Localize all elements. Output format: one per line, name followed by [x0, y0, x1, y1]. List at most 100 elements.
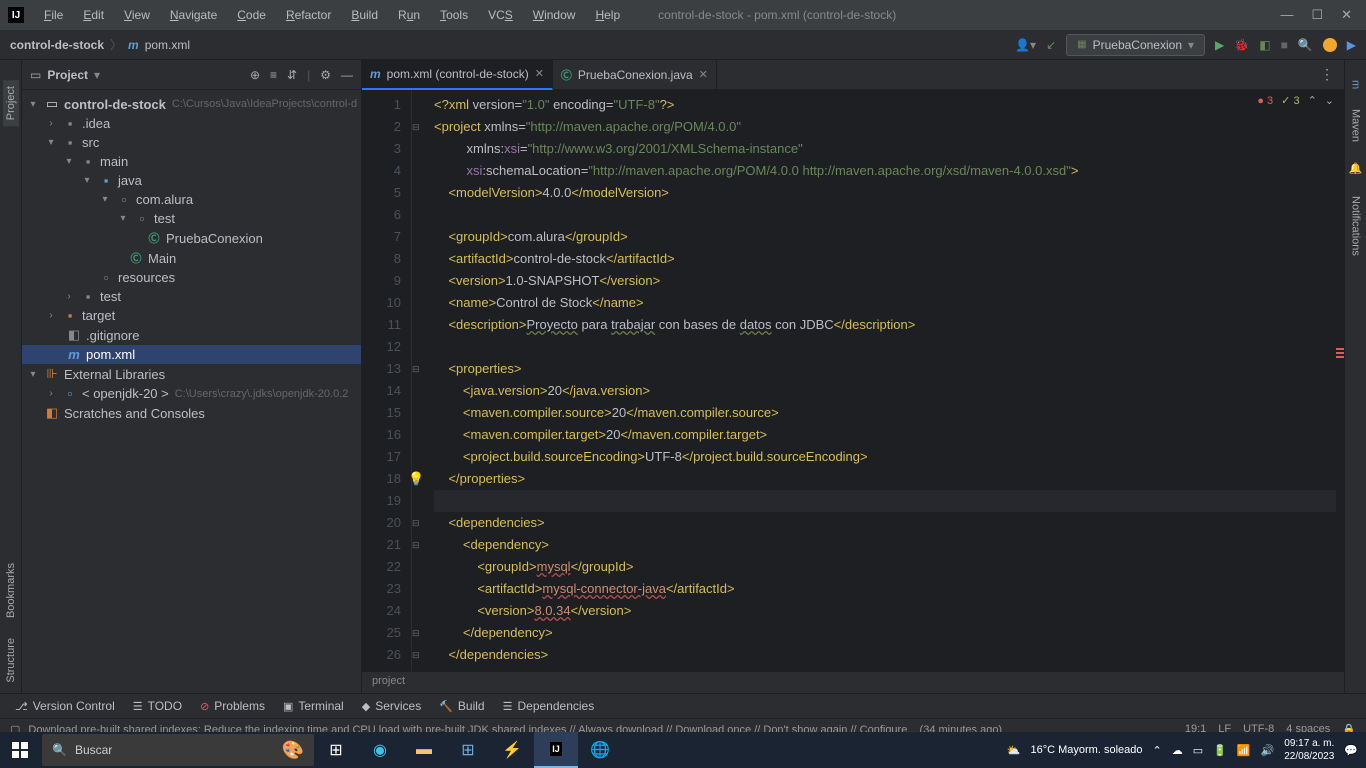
tool-structure[interactable]: Structure: [5, 638, 17, 683]
tool-problems[interactable]: ⊘Problems: [200, 699, 265, 713]
intention-bulb-icon[interactable]: 💡: [408, 471, 424, 487]
settings-icon[interactable]: ⚙: [320, 68, 331, 82]
tray-battery-icon[interactable]: 🔋: [1213, 744, 1227, 757]
run-config-selector[interactable]: ▦ PruebaConexion ▾: [1066, 34, 1205, 56]
code-editor[interactable]: 1234567891011121314151617181920212223242…: [362, 90, 1344, 671]
run-anything-icon[interactable]: ▶: [1347, 38, 1356, 52]
menu-edit[interactable]: Edit: [75, 4, 112, 26]
menu-run[interactable]: Run: [390, 4, 428, 26]
start-button[interactable]: [0, 732, 40, 768]
menu-help[interactable]: Help: [587, 4, 628, 26]
tree-pom[interactable]: mpom.xml: [22, 345, 361, 364]
tab-pom[interactable]: mpom.xml (control-de-stock)✕: [362, 60, 553, 90]
tree-target[interactable]: ›▪target: [22, 306, 361, 325]
expand-all-icon[interactable]: ≡: [270, 68, 277, 82]
tree-gitignore[interactable]: ◧.gitignore: [22, 325, 361, 345]
minimize-icon[interactable]: —: [1280, 7, 1293, 23]
explorer-icon[interactable]: ▬: [402, 732, 446, 768]
tool-maven-icon: m: [1350, 80, 1362, 89]
maximize-icon[interactable]: ☐: [1311, 7, 1323, 23]
breadcrumb-file[interactable]: pom.xml: [145, 38, 190, 52]
menu-tools[interactable]: Tools: [432, 4, 476, 26]
debug-icon[interactable]: 🐞: [1234, 38, 1249, 52]
update-icon[interactable]: ↙: [1046, 38, 1056, 52]
tree-src[interactable]: ▾▪src: [22, 133, 361, 152]
tree-idea[interactable]: ›▪.idea: [22, 114, 361, 133]
editor-breadcrumb[interactable]: project: [362, 671, 1344, 693]
store-icon[interactable]: ⊞: [446, 732, 490, 768]
menu-navigate[interactable]: Navigate: [162, 4, 225, 26]
tray-onedrive-icon[interactable]: ☁: [1172, 744, 1183, 757]
tree-pkg[interactable]: ▾▫com.alura: [22, 190, 361, 209]
tool-dependencies[interactable]: ☰Dependencies: [503, 699, 595, 713]
tree-main[interactable]: ▾▪main: [22, 152, 361, 171]
close-tab-icon[interactable]: ✕: [535, 67, 544, 80]
tree-scratch[interactable]: ◧Scratches and Consoles: [22, 403, 361, 423]
tool-bookmarks[interactable]: Bookmarks: [5, 563, 17, 618]
tray-chevron-icon[interactable]: ⌃: [1153, 744, 1162, 757]
tree-root[interactable]: ▾▭control-de-stockC:\Cursos\Java\IdeaPro…: [22, 94, 361, 114]
tool-notifications[interactable]: Notifications: [1350, 196, 1362, 256]
app-icon[interactable]: ⚡: [490, 732, 534, 768]
menu-view[interactable]: View: [116, 4, 158, 26]
menu-build[interactable]: Build: [343, 4, 386, 26]
search-icon[interactable]: 🔍: [1298, 38, 1313, 52]
tree-extlib[interactable]: ▾⊪External Libraries: [22, 364, 361, 384]
inspection-widget[interactable]: ● 3 ✓ 3 ⌃⌄: [1257, 94, 1334, 107]
tab-menu-icon[interactable]: ⋮: [1310, 66, 1344, 83]
edge-icon[interactable]: ◉: [358, 732, 402, 768]
menu-file[interactable]: File: [36, 4, 71, 26]
clock[interactable]: 09:17 a. m.22/08/2023: [1284, 737, 1334, 763]
close-tab-icon[interactable]: ✕: [699, 68, 708, 81]
menu-window[interactable]: Window: [525, 4, 584, 26]
tree-resources[interactable]: ▫resources: [22, 268, 361, 287]
tool-project[interactable]: Project: [3, 80, 19, 126]
tool-terminal[interactable]: ▣Terminal: [283, 699, 344, 713]
tray-meet-icon[interactable]: ▭: [1193, 744, 1203, 757]
intellij-icon[interactable]: IJ: [534, 732, 578, 768]
project-view-icon: ▭: [30, 68, 41, 82]
tool-build[interactable]: 🔨Build: [439, 699, 484, 713]
weather-text[interactable]: 16°C Mayorm. soleado: [1030, 744, 1142, 756]
tree-testdir[interactable]: ›▪test: [22, 287, 361, 306]
hide-icon[interactable]: —: [341, 68, 353, 82]
close-icon[interactable]: ✕: [1341, 7, 1352, 23]
user-icon[interactable]: 👤▾: [1015, 38, 1036, 52]
tray-wifi-icon[interactable]: 📶: [1237, 744, 1251, 757]
weather-icon[interactable]: ⛅: [1007, 744, 1021, 757]
project-tree[interactable]: ▾▭control-de-stockC:\Cursos\Java\IdeaPro…: [22, 90, 361, 693]
taskbar-search[interactable]: 🔍Buscar🎨: [42, 734, 314, 766]
menu-refactor[interactable]: Refactor: [278, 4, 339, 26]
fold-gutter[interactable]: ⊟⊟⊟⊟⊟⊟⊟: [412, 90, 426, 671]
code-content[interactable]: <?xml version="1.0" encoding="UTF-8"?> <…: [426, 90, 1344, 671]
dropdown-icon[interactable]: ▾: [94, 68, 100, 82]
breadcrumb-sep: 〉: [110, 36, 122, 53]
taskview-icon[interactable]: ⊞: [314, 732, 358, 768]
tree-main-class[interactable]: ⒸMain: [22, 248, 361, 268]
menu-code[interactable]: Code: [229, 4, 274, 26]
notifications-icon[interactable]: 💬: [1344, 744, 1358, 757]
tree-java[interactable]: ▾▪java: [22, 171, 361, 190]
ide-updates-icon[interactable]: [1323, 38, 1337, 52]
breadcrumb-root[interactable]: control-de-stock: [10, 38, 104, 52]
coverage-icon[interactable]: ◧: [1259, 38, 1270, 52]
tree-jdk[interactable]: ›▫< openjdk-20 >C:\Users\crazy\.jdks\ope…: [22, 384, 361, 403]
tool-todo[interactable]: ☰TODO: [133, 699, 182, 713]
stop-icon[interactable]: ■: [1281, 38, 1288, 52]
tab-prueba[interactable]: ⒸPruebaConexion.java✕: [553, 60, 717, 90]
tray-volume-icon[interactable]: 🔊: [1261, 744, 1275, 757]
right-toolwindow-bar: m Maven 🔔 Notifications: [1344, 60, 1366, 693]
project-title[interactable]: Project: [47, 68, 88, 82]
select-opened-icon[interactable]: ⊕: [250, 68, 260, 82]
tree-pc[interactable]: ⒸPruebaConexion: [22, 228, 361, 248]
collapse-all-icon[interactable]: ⇵: [287, 68, 297, 82]
menu-vcs[interactable]: VCS: [480, 4, 521, 26]
error-stripe[interactable]: [1336, 90, 1344, 671]
run-icon[interactable]: ▶: [1215, 38, 1224, 52]
chrome-icon[interactable]: 🌐: [578, 732, 622, 768]
tree-test[interactable]: ▾▫test: [22, 209, 361, 228]
tool-version-control[interactable]: ⎇Version Control: [15, 699, 115, 713]
tool-maven[interactable]: Maven: [1350, 109, 1362, 142]
project-tool-window: ▭ Project ▾ ⊕ ≡ ⇵ | ⚙ — ▾▭control-de-sto…: [22, 60, 362, 693]
tool-services[interactable]: ◆Services: [362, 699, 421, 713]
